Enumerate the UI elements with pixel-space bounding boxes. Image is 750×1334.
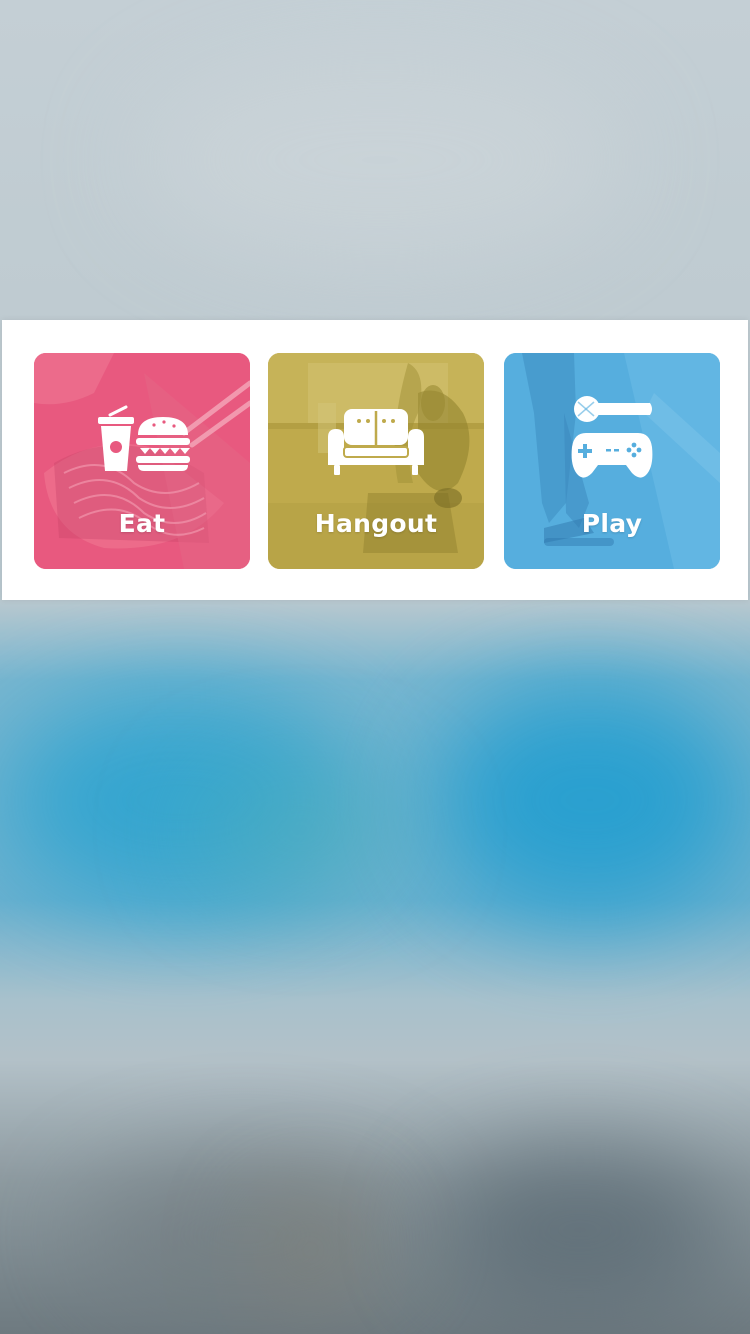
- category-label-eat: Eat: [118, 509, 166, 538]
- background-blur-blob: [140, 60, 620, 260]
- category-picker-panel: Eat Hangout Play: [2, 320, 748, 600]
- background-blur-blob: [430, 680, 750, 920]
- category-tile-play[interactable]: Play: [504, 353, 720, 569]
- sofa-icon: [328, 409, 424, 475]
- category-tile-eat[interactable]: Eat: [34, 353, 250, 569]
- category-tile-hangout[interactable]: Hangout: [268, 353, 484, 569]
- background-blur-blob: [430, 1150, 730, 1310]
- food-drink-icon: [98, 405, 190, 471]
- background-blur-blob: [80, 1160, 410, 1310]
- background-blur-blob: [260, 1200, 360, 1300]
- blurred-background: [0, 0, 750, 1334]
- category-label-hangout: Hangout: [314, 509, 438, 538]
- microphone-gamepad-icon: [571, 396, 653, 478]
- background-blur-blob: [190, 770, 410, 890]
- category-label-play: Play: [581, 509, 643, 538]
